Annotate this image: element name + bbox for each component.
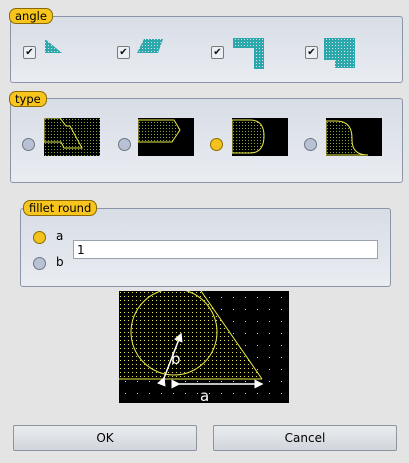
- fillet-group-title: fillet round: [23, 200, 98, 216]
- angle-checkbox-4[interactable]: ✔: [305, 46, 318, 59]
- type-radio-2[interactable]: [118, 138, 131, 151]
- fillet-value-input[interactable]: 1: [73, 240, 378, 259]
- type-group-title: type: [9, 91, 47, 107]
- ok-button[interactable]: OK: [13, 425, 197, 451]
- type-radio-4[interactable]: [304, 138, 317, 151]
- fillet-label-a: a: [56, 229, 64, 243]
- angle-acute-icon: [45, 39, 62, 53]
- type-preview-4[interactable]: [326, 118, 382, 156]
- angle-checkbox-1[interactable]: ✔: [23, 46, 36, 59]
- angle-checkbox-3[interactable]: ✔: [211, 46, 224, 59]
- angle-obtuse-icon: [137, 39, 163, 53]
- angle-reflex-icon: [233, 38, 264, 69]
- diagram-label-a: a: [200, 387, 209, 403]
- fillet-label-b: b: [56, 255, 64, 269]
- type-radio-3[interactable]: [210, 138, 223, 151]
- angle-checkbox-2[interactable]: ✔: [117, 46, 130, 59]
- fillet-diagram: b a: [119, 291, 289, 403]
- fillet-radio-b[interactable]: [33, 257, 46, 270]
- type-preview-1[interactable]: [44, 118, 100, 156]
- angle-full-icon: [324, 38, 355, 68]
- type-preview-3[interactable]: [232, 118, 288, 156]
- angle-group-title: angle: [9, 8, 53, 24]
- type-preview-2[interactable]: [138, 118, 194, 156]
- type-radio-1[interactable]: [22, 138, 35, 151]
- fillet-radio-a[interactable]: [33, 231, 46, 244]
- cancel-button[interactable]: Cancel: [213, 425, 397, 451]
- diagram-label-b: b: [171, 350, 181, 368]
